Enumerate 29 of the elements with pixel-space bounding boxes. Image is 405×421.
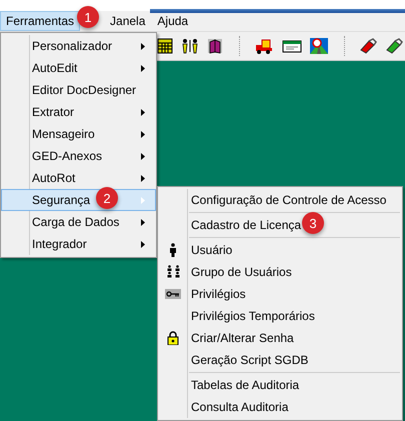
menu-item[interactable]: Tabelas de Auditoria xyxy=(158,374,402,396)
menu-item[interactable]: Privilégios xyxy=(158,283,402,305)
book-icon[interactable] xyxy=(207,38,223,54)
menu-item[interactable]: Editor DocDesigner xyxy=(1,79,156,101)
card-icon[interactable] xyxy=(282,38,302,54)
menu-item[interactable]: Usuário xyxy=(158,239,402,261)
people-icon[interactable] xyxy=(181,38,199,54)
menu-item[interactable]: Privilégios Temporários xyxy=(158,305,402,327)
menu-item[interactable]: GED-Anexos xyxy=(1,145,156,167)
menu-item[interactable]: AutoEdit xyxy=(1,57,156,79)
menu-bar-item[interactable]: Janela xyxy=(104,11,152,31)
tool-icon[interactable] xyxy=(359,38,377,54)
menu-item[interactable]: Consulta Auditoria xyxy=(158,396,402,418)
menu-item[interactable]: Mensageiro xyxy=(1,123,156,145)
tool-icon[interactable] xyxy=(385,38,403,54)
menu-item[interactable]: Grupo de Usuários xyxy=(158,261,402,283)
menu-item[interactable]: Integrador xyxy=(1,233,156,255)
menu-bar-item[interactable]: Ferramentas xyxy=(0,11,80,31)
menu-item[interactable]: Criar/Alterar Senha xyxy=(158,327,402,349)
menu-item[interactable]: AutoRot xyxy=(1,167,156,189)
menu-bar-item[interactable]: Ajuda xyxy=(151,11,194,31)
road-sign-icon[interactable] xyxy=(310,38,328,54)
menu-item[interactable]: Carga de Dados xyxy=(1,211,156,233)
calculator-icon[interactable] xyxy=(157,38,173,54)
menu-item[interactable]: Configuração de Controle de Acesso xyxy=(158,189,402,211)
truck-icon[interactable] xyxy=(254,38,274,54)
menu-item[interactable]: Geração Script SGDB xyxy=(158,349,402,371)
menu-item[interactable]: Extrator xyxy=(1,101,156,123)
menu-item[interactable]: Personalizador xyxy=(1,35,156,57)
